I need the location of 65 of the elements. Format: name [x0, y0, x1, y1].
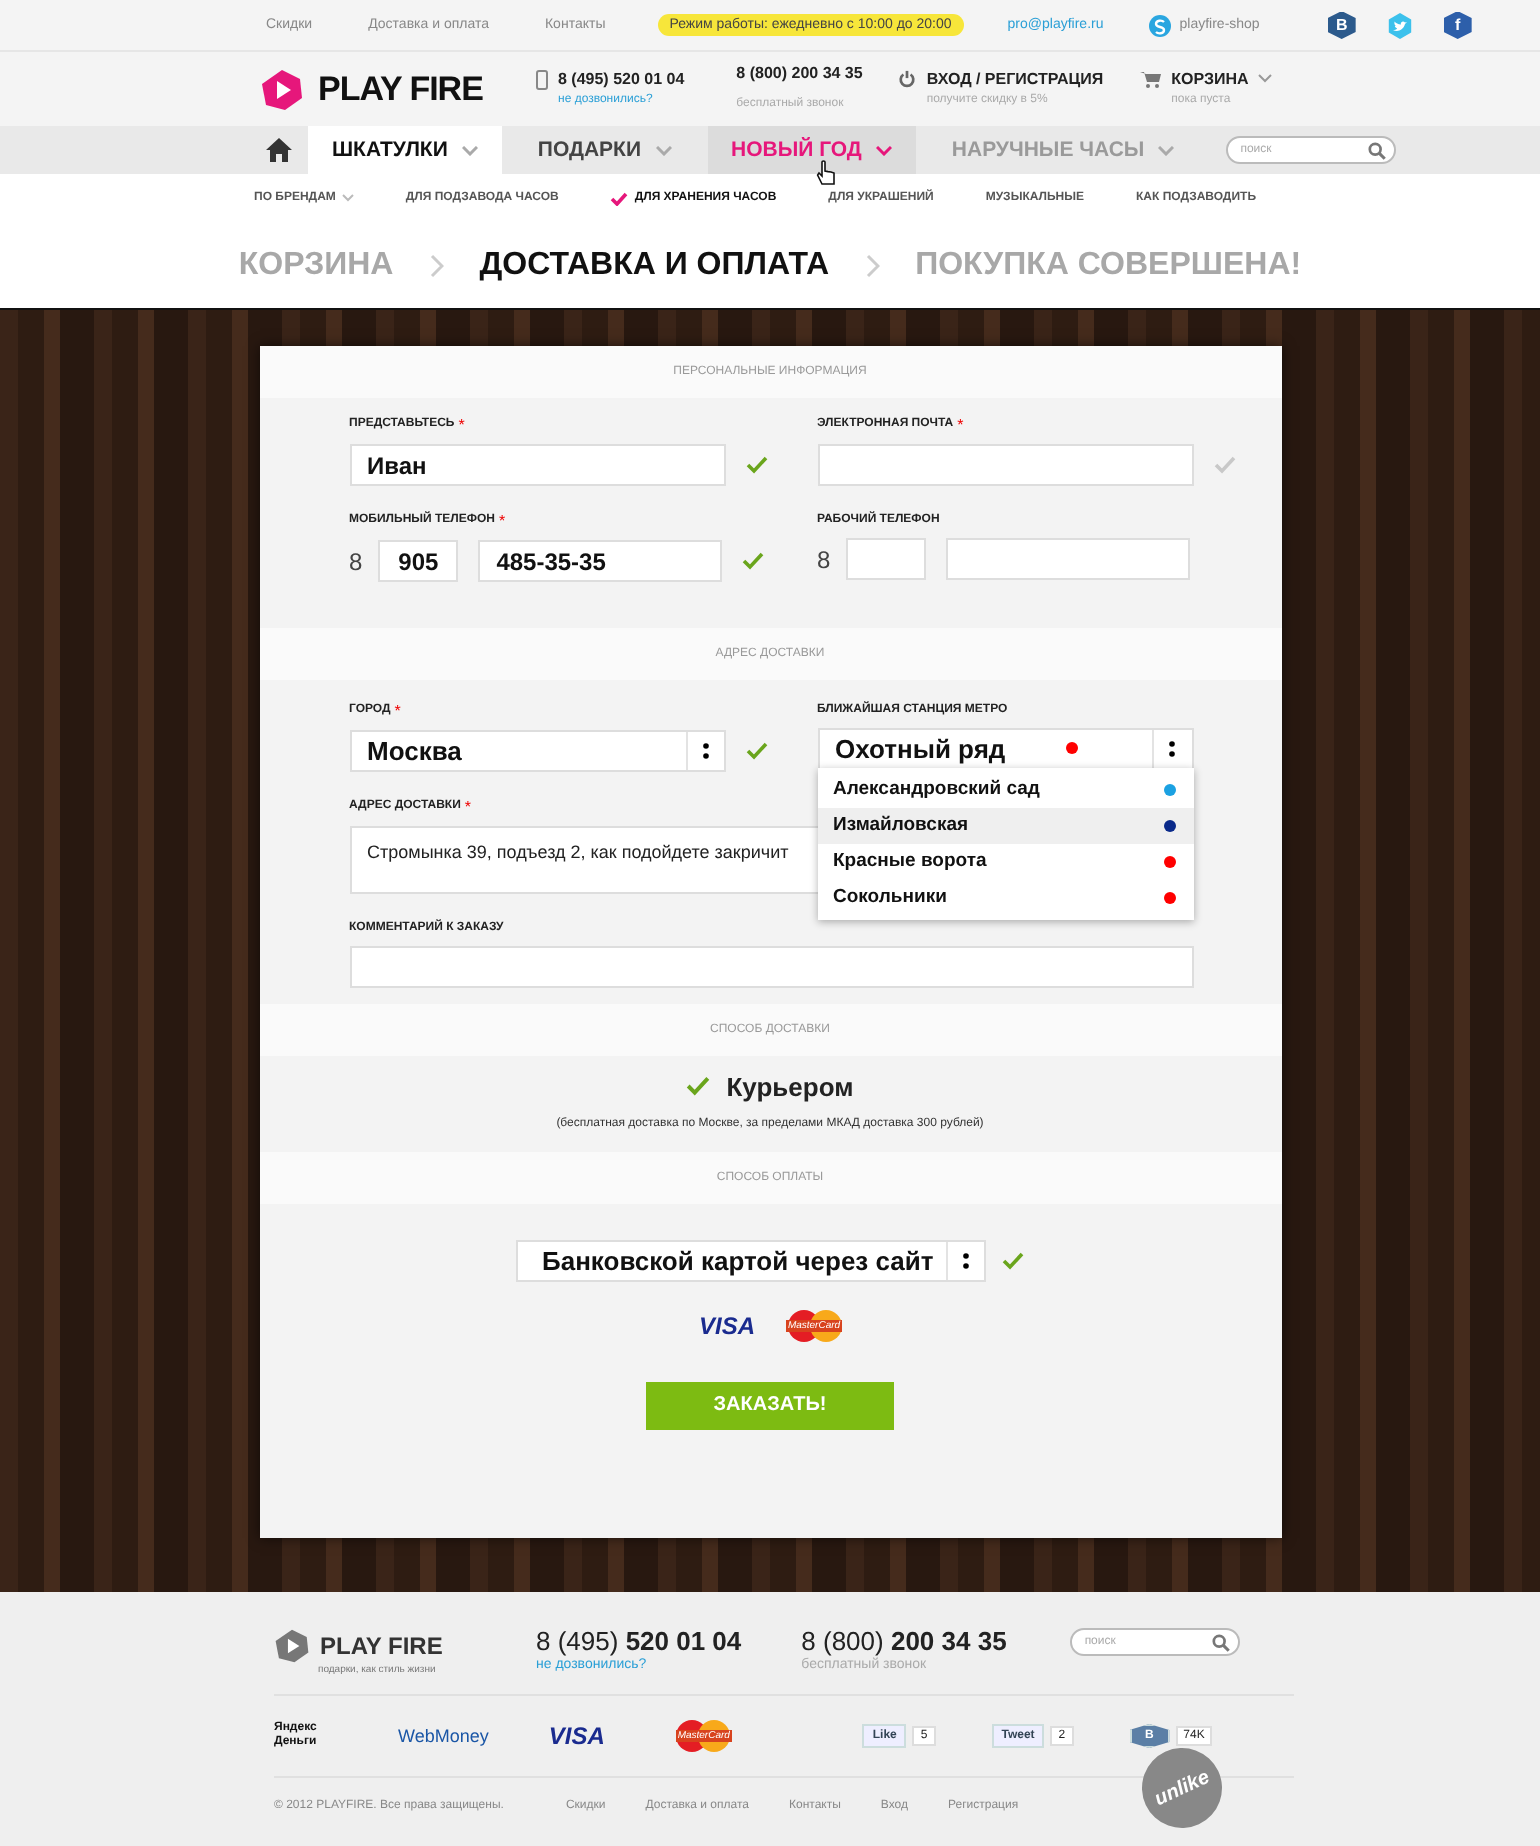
required-mark: *	[499, 514, 506, 528]
city-select[interactable]: Москва	[349, 729, 725, 772]
metro-option[interactable]: Александровский сад	[817, 771, 1193, 808]
checkout-step: ПОКУПКА СОВЕРШЕНА!	[915, 247, 1302, 283]
phone-number: 8 (495) 520 01 04	[558, 69, 685, 89]
checkout-step: ДОСТАВКА И ОПЛАТА	[479, 247, 830, 283]
power-icon	[898, 69, 917, 87]
phone-number-field[interactable]	[946, 538, 1191, 580]
play-logo-icon	[274, 1628, 310, 1664]
chevron-right-icon	[865, 253, 880, 277]
select-arrows-icon	[962, 1251, 970, 1270]
caret-icon	[875, 145, 892, 155]
mobile-phone-icon	[536, 69, 548, 89]
phone-number-field[interactable]: 485-35-35	[478, 540, 723, 582]
login-link[interactable]: ВХОД / РЕГИСТРАЦИЯ	[926, 69, 1104, 89]
check-icon	[686, 1076, 711, 1097]
phone-prefix: 8	[349, 547, 363, 575]
area-code-field[interactable]	[846, 538, 927, 580]
checkout-step: КОРЗИНА	[238, 247, 394, 283]
required-mark: *	[957, 418, 964, 432]
logo-text: PLAY FIRE	[320, 1632, 443, 1660]
required-mark: *	[394, 703, 401, 718]
metro-option[interactable]: Измайловская	[817, 807, 1193, 844]
payment-select[interactable]: Банковской картой через сайт	[516, 1239, 986, 1282]
phone-number: 8 (495) 520 01 04	[536, 1628, 742, 1656]
select-arrows-icon	[1168, 739, 1177, 758]
nav-tab[interactable]: ШКАТУЛКИ	[308, 126, 502, 174]
free-phone-number: 8 (800) 200 34 35	[801, 1628, 1007, 1656]
select-arrows-icon	[701, 741, 709, 760]
delivery-option[interactable]: Курьером	[726, 1071, 854, 1102]
play-logo-icon	[260, 67, 304, 111]
nav-tab[interactable]: ПОДАРКИ	[513, 126, 695, 174]
twitter-bird-icon[interactable]	[1385, 11, 1414, 39]
free-phone-number: 8 (800) 200 34 35	[736, 64, 863, 84]
metro-select[interactable]: Охотный ряд	[817, 727, 1193, 770]
caret-icon	[1158, 145, 1175, 155]
caret-icon	[655, 145, 671, 155]
area-code-field[interactable]: 905	[378, 540, 459, 582]
cart-link[interactable]: КОРЗИНА	[1171, 69, 1249, 89]
vk-button[interactable]: В	[1327, 11, 1356, 39]
field-value: Иван	[365, 451, 427, 479]
field-value: 905	[398, 547, 439, 575]
phone-prefix: 8	[817, 545, 831, 573]
chevron-down-icon	[1258, 73, 1273, 83]
text-field[interactable]	[817, 444, 1193, 486]
logo-text: PLAY FIRE	[318, 69, 483, 109]
visa-logo: VISA	[548, 1722, 605, 1750]
webmoney-logo: WebMoney	[398, 1726, 489, 1746]
required-mark: *	[464, 799, 472, 814]
cart-icon	[1139, 69, 1162, 87]
field-value: 485-35-35	[494, 547, 606, 575]
metro-option[interactable]: Красные ворота	[817, 843, 1193, 880]
field-value: Стромынка 39, подъезд 2, как подойдете закричит	[365, 839, 789, 862]
search-icon	[1212, 1634, 1231, 1652]
home-icon	[265, 138, 291, 162]
facebook-button[interactable]: f	[1443, 11, 1472, 39]
check-icon	[610, 191, 629, 205]
visa-logo: VISA	[698, 1311, 755, 1340]
skype-icon	[1147, 13, 1172, 37]
search-icon	[1368, 142, 1387, 160]
caret-icon	[461, 145, 478, 155]
comment-field[interactable]	[349, 945, 1193, 988]
chevron-right-icon	[429, 253, 444, 277]
required-mark: *	[458, 418, 465, 432]
text-field[interactable]: Иван	[349, 444, 725, 486]
